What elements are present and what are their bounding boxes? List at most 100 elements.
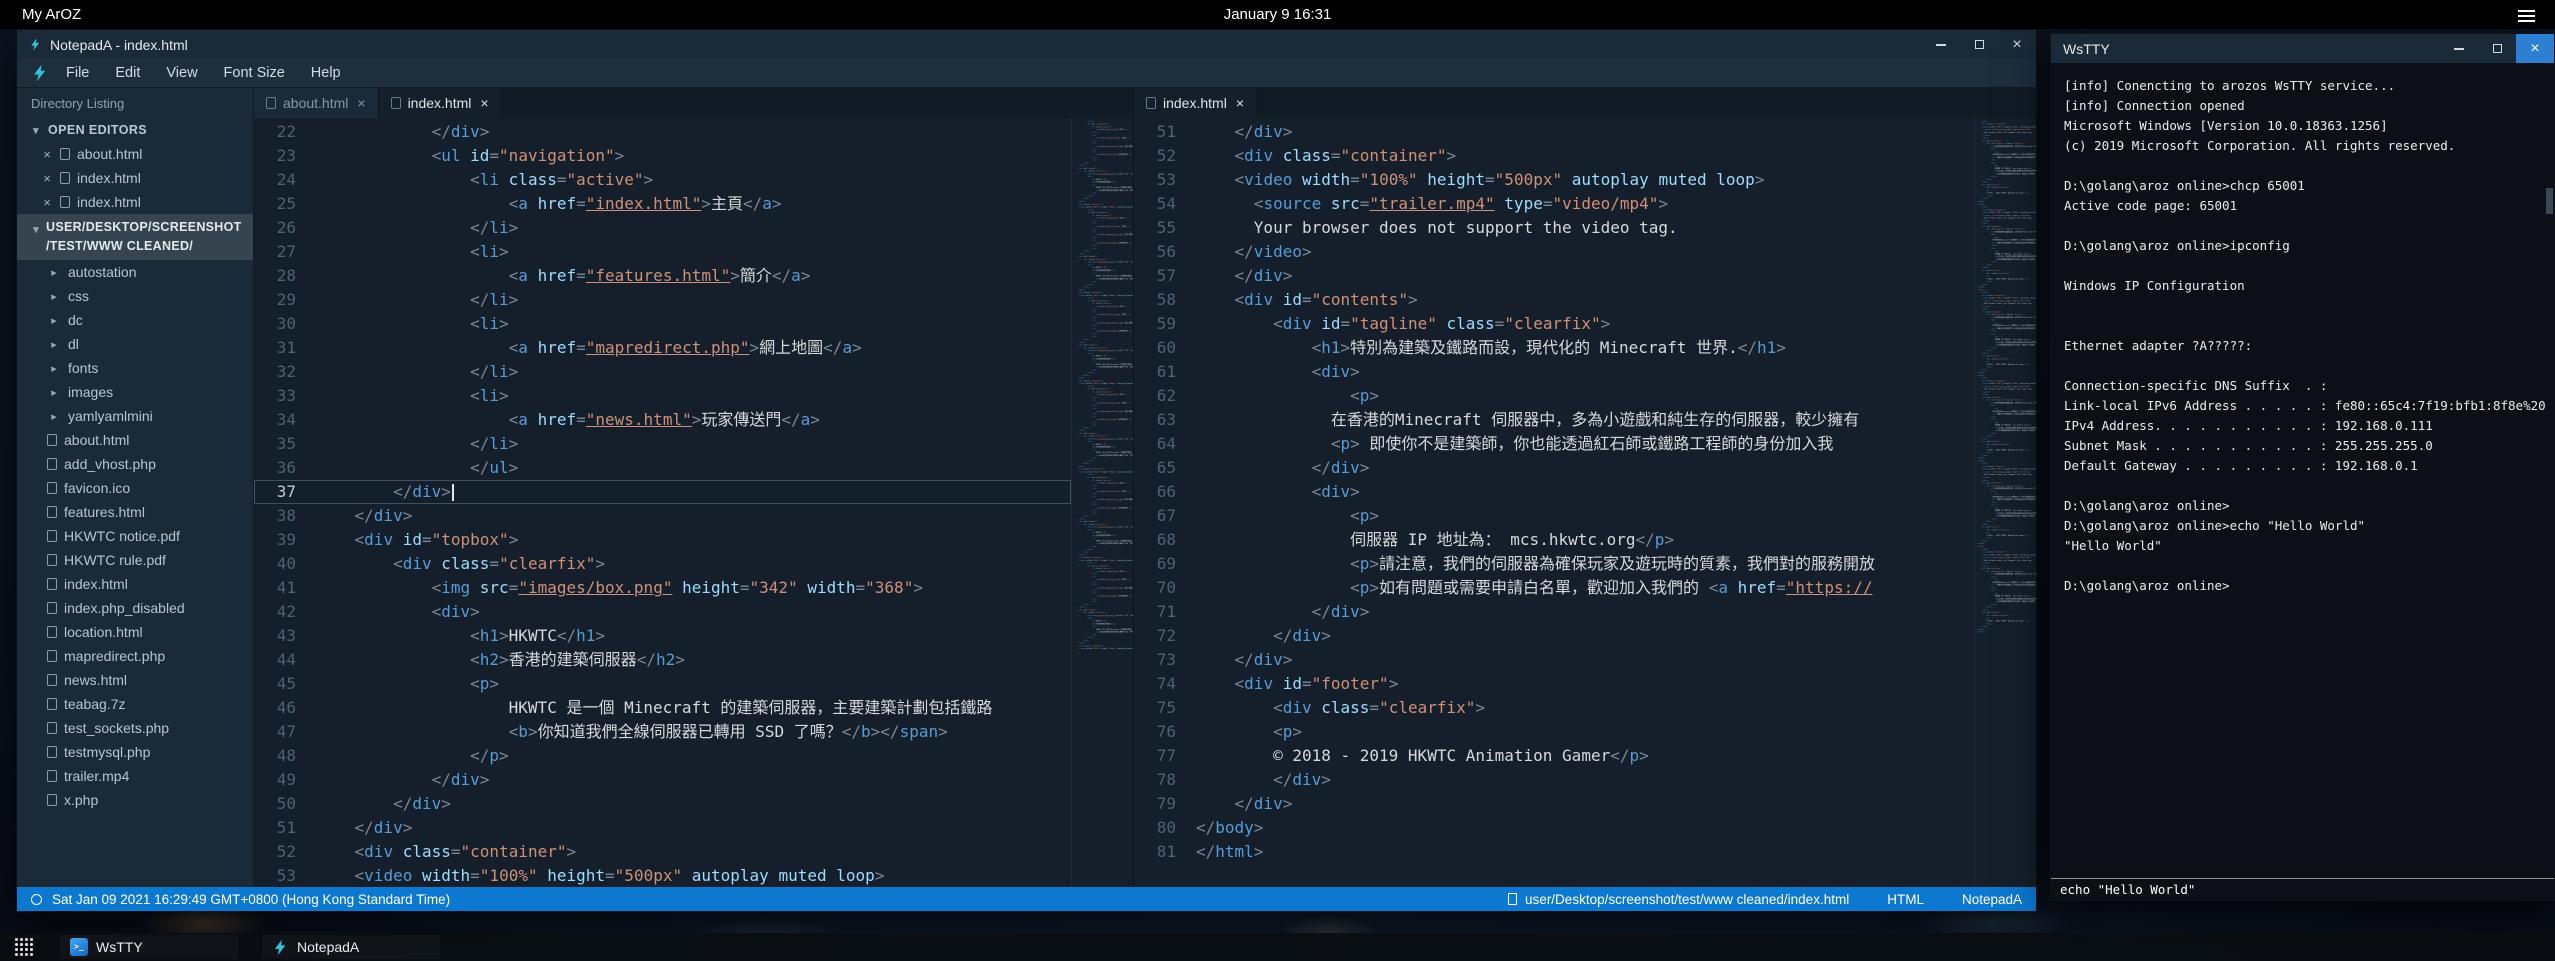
code-line[interactable]: 23 <ul id="navigation"> (254, 144, 1071, 168)
folder-item[interactable]: ▸fonts (17, 356, 253, 380)
file-item[interactable]: x.php (17, 788, 253, 812)
code-line[interactable]: 49 </div> (254, 768, 1071, 792)
code-line[interactable]: 50 </div> (254, 792, 1071, 816)
code-line[interactable]: 43 <h1>HKWTC</h1> (254, 624, 1071, 648)
close-icon[interactable]: × (41, 171, 53, 186)
folder-item[interactable]: ▸yamlyamlmini (17, 404, 253, 428)
close-button[interactable]: × (1998, 30, 2036, 59)
status-filepath[interactable]: user/Desktop/screenshot/test/www cleaned… (1525, 892, 1849, 907)
code-line[interactable]: 63 在香港的Minecraft 伺服器中，多為小遊戲和純生存的伺服器，較少擁有 (1134, 408, 1974, 432)
code-line[interactable]: 53 <video width="100%" height="500px" au… (1134, 168, 1974, 192)
file-item[interactable]: teabag.7z (17, 692, 253, 716)
code-line[interactable]: 52 <div class="container"> (1134, 144, 1974, 168)
file-item[interactable]: HKWTC rule.pdf (17, 548, 253, 572)
code-line[interactable]: 40 <div class="clearfix"> (254, 552, 1071, 576)
code-line[interactable]: 38 </div> (254, 504, 1071, 528)
folder-item[interactable]: ▸dc (17, 308, 253, 332)
code-line[interactable]: 58 <div id="contents"> (1134, 288, 1974, 312)
file-item[interactable]: news.html (17, 668, 253, 692)
file-item[interactable]: index.php_disabled (17, 596, 253, 620)
file-item[interactable]: testmysql.php (17, 740, 253, 764)
open-editors-header[interactable]: ▾ OPEN EDITORS (17, 118, 253, 142)
code-line[interactable]: 35 </li> (254, 432, 1071, 456)
code-line[interactable]: 32 </li> (254, 360, 1071, 384)
code-area[interactable]: 22 </div>23 <ul id="navigation">24 <li c… (254, 118, 1071, 887)
start-menu-icon[interactable] (12, 935, 36, 959)
close-icon[interactable]: × (41, 147, 53, 162)
code-line[interactable]: 79 </div> (1134, 792, 1974, 816)
code-line[interactable]: 45 <p> (254, 672, 1071, 696)
minimap[interactable]: </div> <div class="container"> <video wi… (1974, 118, 2036, 887)
code-line[interactable]: 66 <div> (1134, 480, 1974, 504)
code-area[interactable]: 51 </div>52 <div class="container">53 <v… (1134, 118, 1974, 887)
open-editor-item[interactable]: ×index.html (17, 190, 253, 214)
code-line[interactable]: 48 </p> (254, 744, 1071, 768)
code-line[interactable]: 62 <p> (1134, 384, 1974, 408)
code-line[interactable]: 41 <img src="images/box.png" height="342… (254, 576, 1071, 600)
code-line[interactable]: 25 <a href="index.html">主頁</a> (254, 192, 1071, 216)
code-line[interactable]: 70 <p>如有問題或需要申請白名單，歡迎加入我們的 <a href="http… (1134, 576, 1974, 600)
menu-item-font-size[interactable]: Font Size (211, 59, 298, 88)
taskbar-item-wstty[interactable]: >_ WsTTY (60, 935, 238, 959)
status-app-name[interactable]: NotepadA (1962, 892, 2022, 907)
tab-index.html[interactable]: index.html× (379, 88, 502, 118)
code-line[interactable]: 73 </div> (1134, 648, 1974, 672)
code-line[interactable]: 29 </li> (254, 288, 1071, 312)
open-editor-item[interactable]: ×index.html (17, 166, 253, 190)
file-item[interactable]: trailer.mp4 (17, 764, 253, 788)
code-line[interactable]: 54 <source src="trailer.mp4" type="video… (1134, 192, 1974, 216)
open-editor-item[interactable]: ×about.html (17, 142, 253, 166)
code-line[interactable]: 55 Your browser does not support the vid… (1134, 216, 1974, 240)
code-line[interactable]: 46 HKWTC 是一個 Minecraft 的建築伺服器，主要建築計劃包括鐵路 (254, 696, 1071, 720)
folder-item[interactable]: ▸images (17, 380, 253, 404)
code-line[interactable]: 68 伺服器 IP 地址為： mcs.hkwtc.org</p> (1134, 528, 1974, 552)
code-line[interactable]: 52 <div class="container"> (254, 840, 1071, 864)
code-line[interactable]: 71 </div> (1134, 600, 1974, 624)
folder-item[interactable]: ▸autostation (17, 260, 253, 284)
folder-item[interactable]: ▸css (17, 284, 253, 308)
close-icon[interactable]: × (41, 195, 53, 210)
code-line[interactable]: 39 <div id="topbox"> (254, 528, 1071, 552)
code-line[interactable]: 31 <a href="mapredirect.php">網上地圖</a> (254, 336, 1071, 360)
terminal-output[interactable]: [info] Conencting to arozos WsTTY servic… (2051, 63, 2554, 878)
code-line[interactable]: 53 <video width="100%" height="500px" au… (254, 864, 1071, 887)
close-button[interactable]: × (2516, 34, 2554, 63)
code-line[interactable]: 67 <p> (1134, 504, 1974, 528)
menu-item-file[interactable]: File (53, 59, 102, 88)
code-line[interactable]: 64 <p> 即使你不是建築師，你也能透過紅石師或鐵路工程師的身份加入我 (1134, 432, 1974, 456)
taskbar-item-notepada[interactable]: NotepadA (262, 935, 440, 959)
terminal-input[interactable]: echo "Hello World" (2051, 878, 2554, 900)
code-line[interactable]: 34 <a href="news.html">玩家傳送門</a> (254, 408, 1071, 432)
tab-index.html[interactable]: index.html× (1134, 88, 1257, 118)
maximize-button[interactable] (1960, 30, 1998, 59)
file-item[interactable]: add_vhost.php (17, 452, 253, 476)
file-item[interactable]: features.html (17, 500, 253, 524)
code-line[interactable]: 36 </ul> (254, 456, 1071, 480)
file-item[interactable]: favicon.ico (17, 476, 253, 500)
code-line[interactable]: 61 <div> (1134, 360, 1974, 384)
code-line[interactable]: 81</html> (1134, 840, 1974, 864)
code-line[interactable]: 47 <b>你知道我們全線伺服器已轉用 SSD 了嗎？</b></span> (254, 720, 1071, 744)
tab-about.html[interactable]: about.html× (254, 88, 379, 118)
file-item[interactable]: mapredirect.php (17, 644, 253, 668)
wstty-titlebar[interactable]: WsTTY × (2051, 34, 2554, 63)
code-line[interactable]: 76 <p> (1134, 720, 1974, 744)
code-line[interactable]: 56 </video> (1134, 240, 1974, 264)
file-item[interactable]: HKWTC notice.pdf (17, 524, 253, 548)
close-icon[interactable]: × (1236, 95, 1244, 111)
code-line[interactable]: 28 <a href="features.html">簡介</a> (254, 264, 1071, 288)
folder-item[interactable]: ▸dl (17, 332, 253, 356)
menu-item-view[interactable]: View (153, 59, 210, 88)
code-line[interactable]: 37 </div> (254, 480, 1071, 504)
minimize-button[interactable] (1922, 30, 1960, 59)
minimap[interactable]: </div> <ul id="navigation"> <li class="a… (1071, 118, 1133, 887)
file-item[interactable]: location.html (17, 620, 253, 644)
code-line[interactable]: 80</body> (1134, 816, 1974, 840)
status-language[interactable]: HTML (1887, 892, 1924, 907)
close-icon[interactable]: × (480, 95, 488, 111)
code-line[interactable]: 72 </div> (1134, 624, 1974, 648)
code-line[interactable]: 65 </div> (1134, 456, 1974, 480)
code-line[interactable]: 77 © 2018 - 2019 HKWTC Animation Gamer</… (1134, 744, 1974, 768)
scrollbar-thumb[interactable] (2546, 188, 2553, 214)
code-line[interactable]: 60 <h1>特別為建築及鐵路而設，現代化的 Minecraft 世界.</h1… (1134, 336, 1974, 360)
